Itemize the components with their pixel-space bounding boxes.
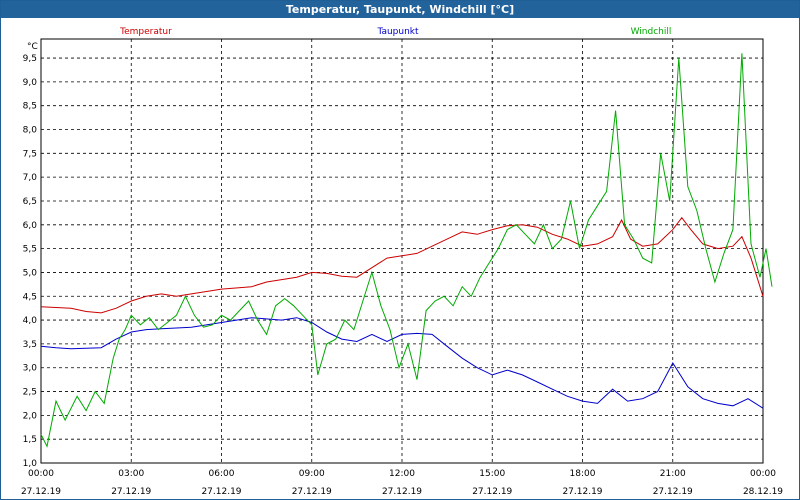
x-tick-time: 21:00 [660,469,686,479]
x-tick-time: 00:00 [28,469,54,479]
y-tick-label: 7,0 [23,173,38,183]
x-tick-time: 03:00 [118,469,144,479]
x-tick-date: 27.12.19 [111,487,151,497]
y-tick-label: 4,0 [23,316,38,326]
y-tick-label: 1,5 [23,435,37,445]
y-tick-label: 5,5 [23,245,37,255]
y-tick-label: 8,5 [23,102,37,112]
x-tick-date: 27.12.19 [562,487,602,497]
x-tick-time: 15:00 [479,469,505,479]
x-tick-date: 27.12.19 [292,487,332,497]
x-tick-date: 27.12.19 [201,487,241,497]
chart-window: Temperatur, Taupunkt, Windchill [°C] 1,0… [0,0,800,500]
x-tick-date: 27.12.19 [472,487,512,497]
y-tick-label: 8,0 [23,126,38,136]
y-tick-label: 3,0 [23,364,38,374]
x-tick-date: 27.12.19 [21,487,61,497]
x-tick-date: 28.12.19 [743,487,783,497]
x-tick-date: 27.12.19 [382,487,422,497]
legend-windchill: Windchill [631,27,672,37]
y-tick-label: 4,5 [23,292,37,302]
x-tick-date: 27.12.19 [653,487,693,497]
y-tick-label: 2,5 [23,388,37,398]
y-tick-label: 9,0 [23,78,38,88]
y-tick-label: 9,5 [23,54,37,64]
chart-canvas: 1,0 1,5 2,0 2,5 3,0 3,5 4,0 4,5 5,0 5,5 6,0 6,5 7,0 7… [21,27,783,497]
legend-taupunkt: Taupunkt [376,27,419,37]
x-tick-time: 09:00 [299,469,325,479]
y-tick-label: 1,0 [23,459,38,469]
x-tick-time: 00:00 [750,469,776,479]
y-tick-label: 5,0 [23,268,38,278]
y-tick-label: 7,5 [23,149,37,159]
x-tick-time: 12:00 [389,469,415,479]
legend-temperatur: Temperatur [119,27,172,37]
y-tick-label: 6,0 [23,221,38,231]
y-tick-label: 2,0 [23,411,38,421]
y-axis-unit: °C [27,42,38,52]
y-tick-label: 6,5 [23,197,37,207]
y-tick-label: 3,5 [23,340,37,350]
window-title: Temperatur, Taupunkt, Windchill [°C] [1,1,799,18]
x-tick-time: 06:00 [209,469,235,479]
x-tick-time: 18:00 [570,469,596,479]
